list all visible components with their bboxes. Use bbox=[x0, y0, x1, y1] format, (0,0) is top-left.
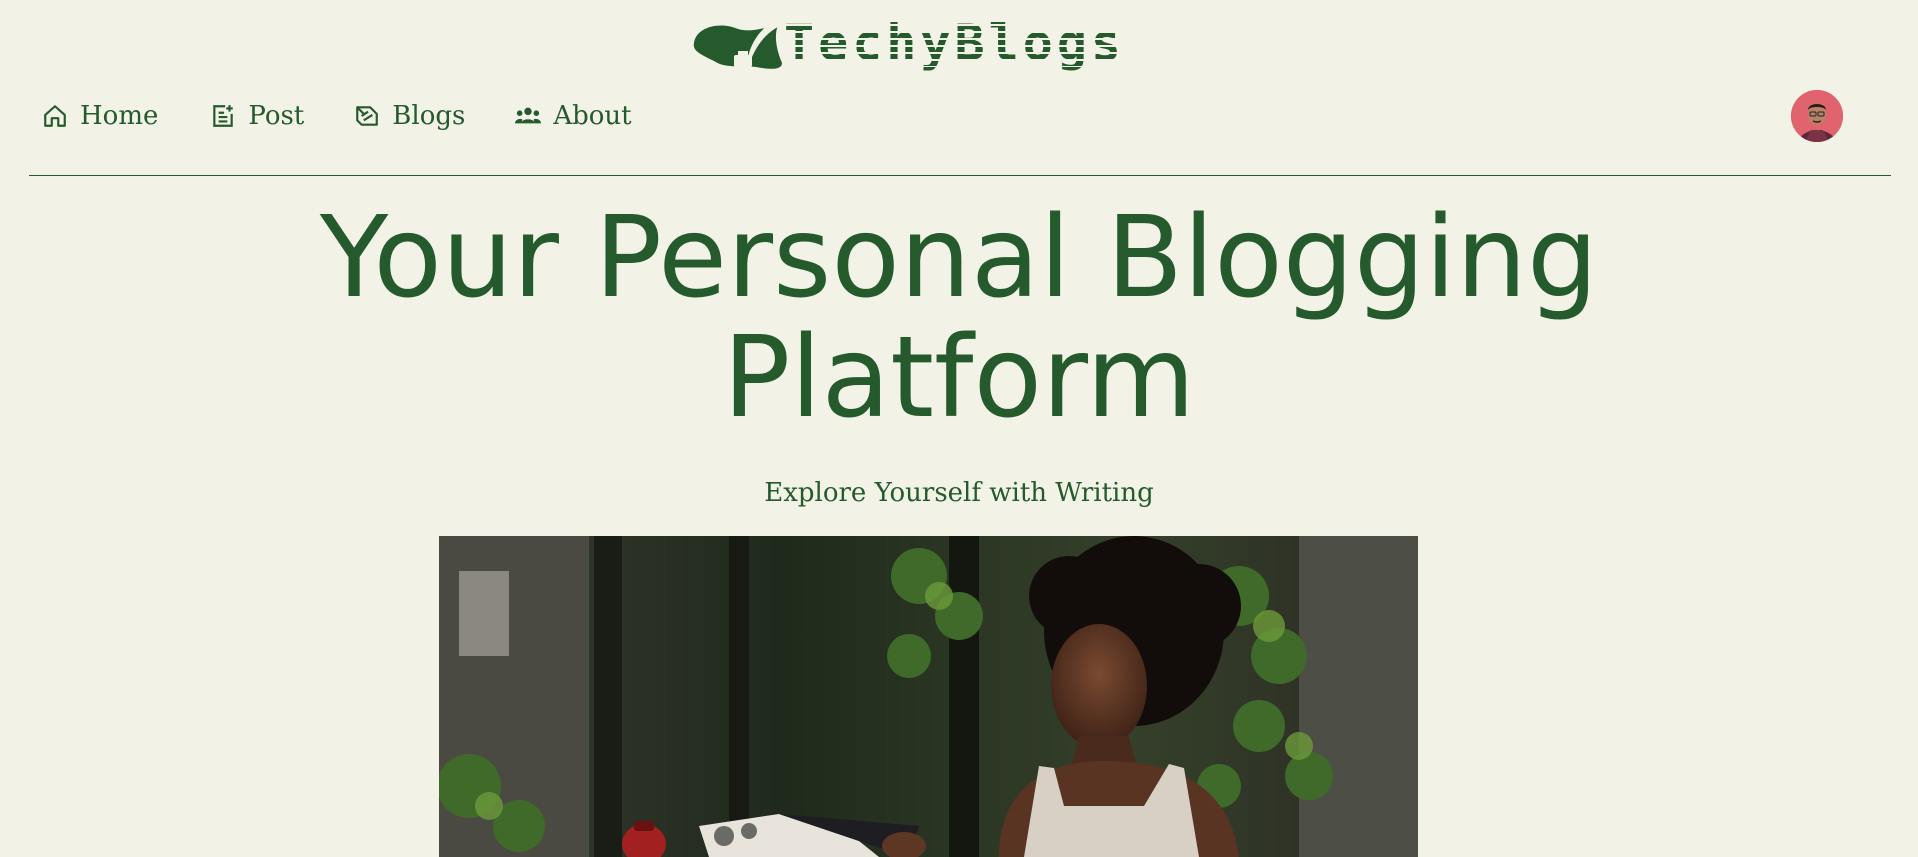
hero-title-line-1: Your Personal Blogging bbox=[319, 193, 1599, 323]
hero-image bbox=[439, 536, 1418, 857]
site-logo[interactable]: TechyBlogs bbox=[690, 12, 1126, 74]
nav-item-post[interactable]: Post bbox=[210, 101, 304, 131]
post-icon bbox=[210, 103, 236, 129]
hero-title-line-2: Platform bbox=[722, 313, 1196, 443]
nav-item-label: Home bbox=[80, 101, 159, 131]
blogs-icon bbox=[354, 103, 380, 129]
main-nav: Home Post Blogs About bbox=[42, 96, 684, 136]
hero-subtitle: Explore Yourself with Writing bbox=[764, 478, 1154, 508]
nav-item-home[interactable]: Home bbox=[42, 101, 158, 131]
header-divider bbox=[29, 175, 1891, 176]
hero-title: Your Personal Blogging Platform bbox=[0, 198, 1918, 438]
nav-item-label: Blogs bbox=[392, 101, 466, 131]
nav-item-blogs[interactable]: Blogs bbox=[354, 101, 465, 131]
user-avatar-photo bbox=[1791, 90, 1843, 142]
users-icon bbox=[515, 103, 542, 129]
woman-reading-magazine-photo bbox=[439, 536, 1418, 857]
user-avatar[interactable] bbox=[1791, 90, 1843, 142]
nav-item-label: About bbox=[553, 101, 632, 131]
site-logo-text: TechyBlogs bbox=[784, 14, 1126, 72]
page: TechyBlogs Home Post Blogs About Your Pe… bbox=[0, 0, 1918, 857]
nav-item-label: Post bbox=[248, 101, 305, 131]
quill-ink-icon bbox=[693, 21, 782, 69]
home-icon bbox=[42, 103, 68, 129]
nav-item-about[interactable]: About bbox=[515, 101, 632, 131]
